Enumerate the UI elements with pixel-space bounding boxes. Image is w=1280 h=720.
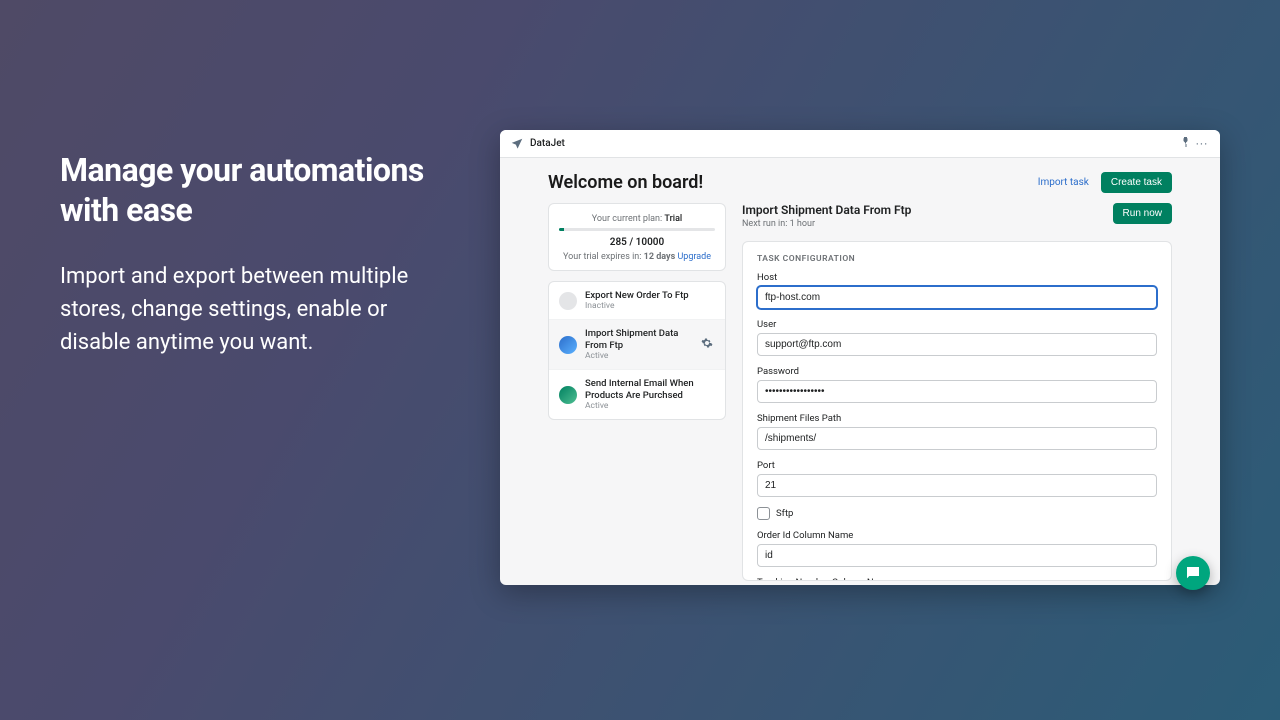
create-task-button[interactable]: Create task <box>1101 172 1172 193</box>
task-icon <box>559 292 577 310</box>
password-label: Password <box>757 366 1157 377</box>
plan-expiry-days: 12 days <box>644 252 676 262</box>
detail-title: Import Shipment Data From Ftp <box>742 203 1113 217</box>
path-input[interactable] <box>757 427 1157 450</box>
tracking-label: Tracking Number Column Name <box>757 577 1157 581</box>
task-status: Active <box>585 401 715 411</box>
host-label: Host <box>757 272 1157 283</box>
marketing-body: Import and export between multiple store… <box>60 260 440 359</box>
main-header: Welcome on board! Import task Create tas… <box>500 158 1220 203</box>
marketing-copy: Manage your automations with ease Import… <box>60 150 440 359</box>
task-icon <box>559 336 577 354</box>
page-title: Welcome on board! <box>548 172 1038 193</box>
task-list: Export New Order To Ftp Inactive Import … <box>548 281 726 420</box>
sftp-checkbox-row[interactable]: Sftp <box>757 507 1157 520</box>
plan-card: Your current plan: Trial 285 / 10000 You… <box>548 203 726 271</box>
plan-counts: 285 / 10000 <box>559 237 715 248</box>
password-input[interactable] <box>757 380 1157 403</box>
plan-progress <box>559 228 715 231</box>
host-input[interactable] <box>757 286 1157 309</box>
app-bar: DataJet ··· <box>500 130 1220 158</box>
sftp-label: Sftp <box>776 508 793 519</box>
port-label: Port <box>757 460 1157 471</box>
task-status: Inactive <box>585 301 715 311</box>
task-item-import-shipment[interactable]: Import Shipment Data From Ftp Active <box>549 320 725 370</box>
sftp-checkbox[interactable] <box>757 507 770 520</box>
task-title: Send Internal Email When Products Are Pu… <box>585 378 715 401</box>
task-title: Import Shipment Data From Ftp <box>585 328 693 351</box>
plan-label: Your current plan: <box>592 214 662 224</box>
brand-name: DataJet <box>530 138 565 149</box>
task-item-export-order[interactable]: Export New Order To Ftp Inactive <box>549 282 725 320</box>
chat-button[interactable] <box>1176 556 1210 590</box>
marketing-headline: Manage your automations with ease <box>60 150 440 230</box>
orderid-input[interactable] <box>757 544 1157 567</box>
more-icon[interactable]: ··· <box>1194 137 1210 151</box>
import-task-link[interactable]: Import task <box>1038 177 1089 188</box>
brand-icon <box>510 137 524 151</box>
task-title: Export New Order To Ftp <box>585 290 715 301</box>
run-now-button[interactable]: Run now <box>1113 203 1172 224</box>
plan-name: Trial <box>664 214 682 224</box>
config-card: TASK CONFIGURATION Host User Password <box>742 241 1172 581</box>
upgrade-link[interactable]: Upgrade <box>677 252 711 262</box>
task-icon <box>559 386 577 404</box>
app-window: DataJet ··· Welcome on board! Import tas… <box>500 130 1220 585</box>
port-input[interactable] <box>757 474 1157 497</box>
pin-icon[interactable] <box>1178 136 1194 151</box>
user-label: User <box>757 319 1157 330</box>
gear-icon[interactable] <box>701 337 715 352</box>
task-item-send-email[interactable]: Send Internal Email When Products Are Pu… <box>549 370 725 419</box>
next-run-text: Next run in: 1 hour <box>742 219 1113 229</box>
path-label: Shipment Files Path <box>757 413 1157 424</box>
plan-expiry-prefix: Your trial expires in: <box>563 252 641 262</box>
user-input[interactable] <box>757 333 1157 356</box>
orderid-label: Order Id Column Name <box>757 530 1157 541</box>
task-status: Active <box>585 351 693 361</box>
detail-header: Import Shipment Data From Ftp Next run i… <box>742 203 1172 229</box>
config-section-title: TASK CONFIGURATION <box>757 254 1157 264</box>
chat-icon <box>1184 564 1202 582</box>
